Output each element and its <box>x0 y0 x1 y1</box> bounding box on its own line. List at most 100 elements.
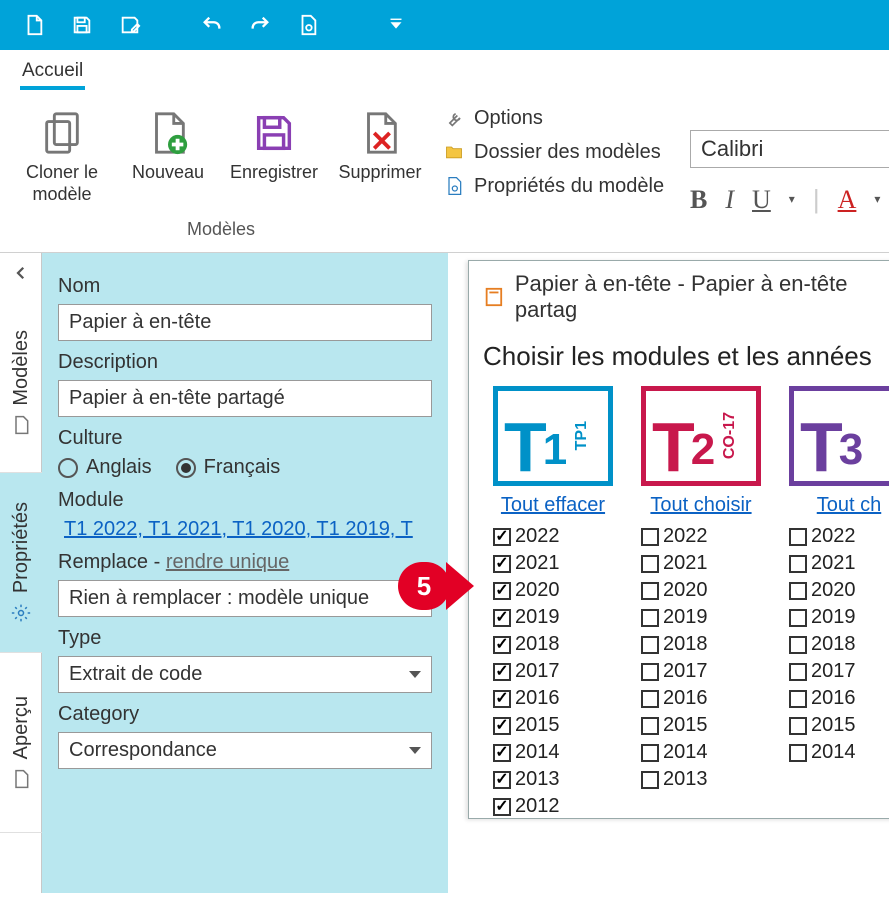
underline-dropdown-icon[interactable]: ▾ <box>789 192 795 207</box>
culture-radio-french[interactable]: Français <box>176 456 281 479</box>
module-link-t3[interactable]: Tout ch <box>789 494 889 517</box>
italic-button[interactable]: I <box>725 185 734 215</box>
year-checkbox-t1-2012[interactable]: 2012 <box>493 795 560 818</box>
preview-icon <box>11 769 31 789</box>
category-select[interactable]: Correspondance <box>58 732 432 769</box>
side-tab-preview[interactable]: Aperçu <box>0 653 42 833</box>
year-checkbox-t1-2013[interactable]: 2013 <box>493 768 560 791</box>
year-label: 2021 <box>811 552 856 575</box>
checkbox-icon <box>789 663 807 681</box>
collapse-panel-icon[interactable] <box>0 253 42 293</box>
checkbox-icon <box>789 636 807 654</box>
font-color-dropdown-icon[interactable]: ▾ <box>874 192 880 207</box>
new-model-button[interactable]: Nouveau <box>120 102 216 188</box>
year-checkbox-t1-2018[interactable]: 2018 <box>493 633 560 656</box>
year-checkbox-t2-2015[interactable]: 2015 <box>641 714 708 737</box>
tab-accueil[interactable]: Accueil <box>20 56 85 90</box>
year-list-t1: 2022 2021 2020 2019 2018 2017 2016 2015 2014 2013… <box>493 525 560 818</box>
checkbox-icon <box>789 717 807 735</box>
year-label: 2014 <box>811 741 856 764</box>
year-checkbox-t1-2015[interactable]: 2015 <box>493 714 560 737</box>
gear-icon <box>11 603 31 623</box>
bold-button[interactable]: B <box>690 185 707 215</box>
year-list-t2: 2022 2021 2020 2019 2018 2017 2016 2015 2014 2013 <box>641 525 708 791</box>
underline-button[interactable]: U <box>752 185 771 215</box>
module-link-t1[interactable]: Tout effacer <box>493 494 613 517</box>
clone-model-label: Cloner le modèle <box>14 162 110 205</box>
year-checkbox-t3-2021[interactable]: 2021 <box>789 552 856 575</box>
module-badge-t2: T2CO-17 <box>641 386 761 486</box>
year-checkbox-t3-2019[interactable]: 2019 <box>789 606 856 629</box>
side-tab-models[interactable]: Modèles <box>0 293 42 473</box>
year-checkbox-t3-2018[interactable]: 2018 <box>789 633 856 656</box>
redo-icon[interactable] <box>246 11 274 39</box>
checkbox-icon <box>641 636 659 654</box>
year-label: 2019 <box>515 606 560 629</box>
year-label: 2015 <box>515 714 560 737</box>
name-input[interactable] <box>58 304 432 341</box>
year-label: 2022 <box>811 525 856 548</box>
checkbox-icon <box>789 744 807 762</box>
year-checkbox-t1-2016[interactable]: 2016 <box>493 687 560 710</box>
settings-doc-icon[interactable] <box>294 11 322 39</box>
options-link[interactable]: Options <box>442 106 664 130</box>
year-label: 2018 <box>663 633 708 656</box>
chevron-down-icon <box>409 747 421 754</box>
save-icon[interactable] <box>68 11 96 39</box>
year-checkbox-t2-2022[interactable]: 2022 <box>641 525 708 548</box>
year-label: 2013 <box>663 768 708 791</box>
models-folder-link[interactable]: Dossier des modèles <box>442 140 664 164</box>
year-checkbox-t2-2021[interactable]: 2021 <box>641 552 708 575</box>
module-link-t2[interactable]: Tout choisir <box>641 494 761 517</box>
year-label: 2016 <box>515 687 560 710</box>
module-link[interactable]: T1 2022, T1 2021, T1 2020, T1 2019, T <box>64 518 413 540</box>
folder-icon <box>442 140 466 164</box>
description-input[interactable] <box>58 380 432 417</box>
delete-model-button[interactable]: Supprimer <box>332 102 428 188</box>
type-select[interactable]: Extrait de code <box>58 656 432 693</box>
toolbar-dropdown-icon[interactable] <box>382 11 410 39</box>
properties-panel: Nom Description Culture Anglais Français… <box>42 253 448 893</box>
year-checkbox-t1-2022[interactable]: 2022 <box>493 525 560 548</box>
font-color-button[interactable]: A <box>838 185 857 215</box>
font-family-select[interactable]: Calibri <box>690 130 889 168</box>
checkbox-icon <box>493 690 511 708</box>
model-properties-link[interactable]: Propriétés du modèle <box>442 174 664 198</box>
year-checkbox-t1-2020[interactable]: 2020 <box>493 579 560 602</box>
year-checkbox-t3-2014[interactable]: 2014 <box>789 741 856 764</box>
year-checkbox-t1-2017[interactable]: 2017 <box>493 660 560 683</box>
new-doc-icon[interactable] <box>20 11 48 39</box>
checkbox-icon <box>641 609 659 627</box>
options-label: Options <box>474 107 543 130</box>
undo-icon[interactable] <box>198 11 226 39</box>
year-checkbox-t3-2020[interactable]: 2020 <box>789 579 856 602</box>
year-checkbox-t2-2020[interactable]: 2020 <box>641 579 708 602</box>
year-checkbox-t1-2021[interactable]: 2021 <box>493 552 560 575</box>
clone-model-button[interactable]: Cloner le modèle <box>14 102 110 209</box>
year-checkbox-t2-2018[interactable]: 2018 <box>641 633 708 656</box>
culture-radio-english[interactable]: Anglais <box>58 456 152 479</box>
year-checkbox-t3-2015[interactable]: 2015 <box>789 714 856 737</box>
save-model-button[interactable]: Enregistrer <box>226 102 322 188</box>
checkbox-icon <box>493 636 511 654</box>
module-column-t2: T2CO-17Tout choisir202220212020201920182… <box>641 386 761 818</box>
year-checkbox-t3-2016[interactable]: 2016 <box>789 687 856 710</box>
module-badge-t3: T3 <box>789 386 889 486</box>
year-label: 2015 <box>811 714 856 737</box>
year-checkbox-t2-2019[interactable]: 2019 <box>641 606 708 629</box>
year-checkbox-t2-2013[interactable]: 2013 <box>641 768 708 791</box>
year-checkbox-t2-2014[interactable]: 2014 <box>641 741 708 764</box>
year-checkbox-t3-2022[interactable]: 2022 <box>789 525 856 548</box>
year-checkbox-t1-2014[interactable]: 2014 <box>493 741 560 764</box>
module-column-t3: T3 Tout ch 2022 2021 2020 2019 2018 2017 2016 201… <box>789 386 889 818</box>
side-tab-properties[interactable]: Propriétés <box>0 473 42 653</box>
year-checkbox-t2-2016[interactable]: 2016 <box>641 687 708 710</box>
save-edit-icon[interactable] <box>116 11 144 39</box>
replace-select[interactable]: Rien à remplacer : modèle unique <box>58 580 432 617</box>
make-unique-link[interactable]: rendre unique <box>166 551 289 573</box>
year-checkbox-t3-2017[interactable]: 2017 <box>789 660 856 683</box>
year-label: 2022 <box>663 525 708 548</box>
side-tab-models-label: Modèles <box>10 330 33 406</box>
year-checkbox-t2-2017[interactable]: 2017 <box>641 660 708 683</box>
year-checkbox-t1-2019[interactable]: 2019 <box>493 606 560 629</box>
